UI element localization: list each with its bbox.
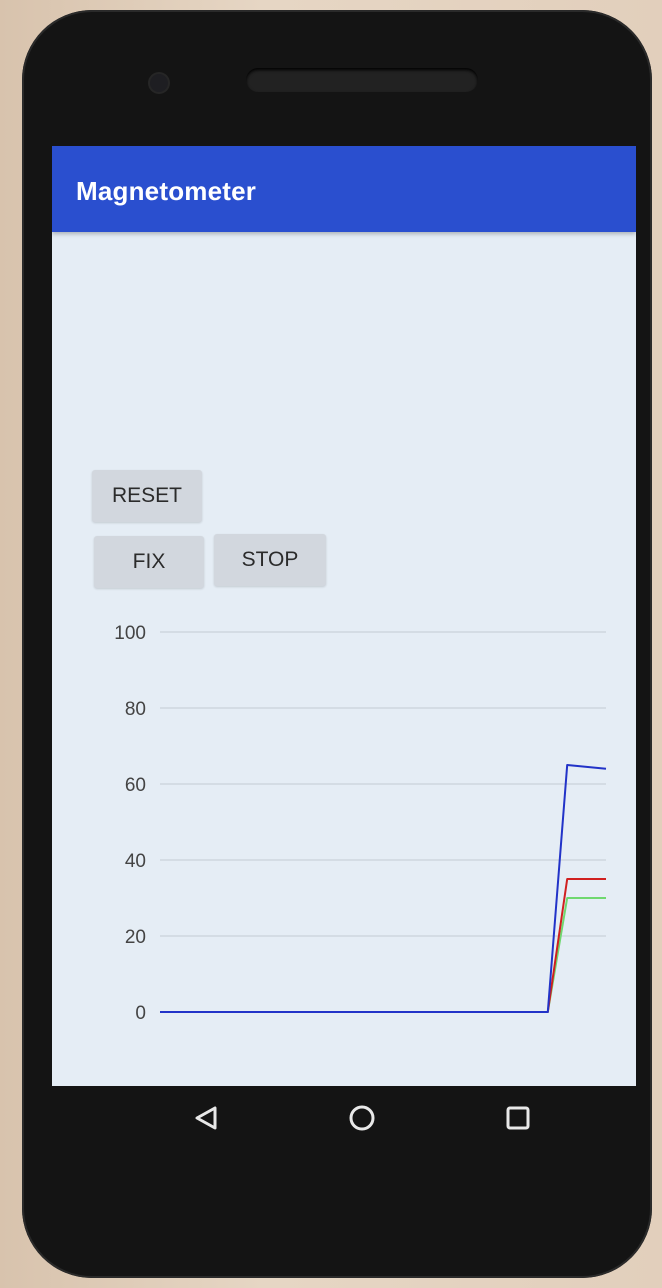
chart-y-tick-labels: 100 80 60 40 20 0 — [114, 623, 146, 1024]
home-icon[interactable] — [342, 1098, 382, 1138]
y-tick-label: 0 — [135, 1003, 146, 1024]
app-bar: Magnetometer — [52, 146, 636, 232]
app-screen: Magnetometer RESET FIX STOP 100 80 60 40 20 0 — [52, 146, 636, 1086]
app-title: Magnetometer — [76, 176, 257, 206]
back-icon[interactable] — [186, 1098, 226, 1138]
chart-gridlines — [160, 631, 606, 937]
system-navigation-bar — [52, 1086, 636, 1150]
reset-button[interactable]: RESET — [92, 470, 202, 522]
series-line-1 — [160, 878, 606, 1013]
y-tick-label: 100 — [114, 623, 146, 644]
y-tick-label: 60 — [125, 775, 146, 796]
front-camera — [150, 74, 168, 92]
stop-button[interactable]: STOP — [214, 534, 326, 586]
fix-button[interactable]: FIX — [94, 536, 204, 588]
recents-icon[interactable] — [498, 1098, 538, 1138]
series-line-2 — [160, 764, 607, 1013]
magnetometer-line-chart: 100 80 60 40 20 0 — [114, 623, 607, 1024]
earpiece-speaker — [246, 68, 478, 92]
y-tick-label: 20 — [125, 927, 146, 948]
chart-series — [160, 764, 607, 1013]
y-tick-label: 80 — [125, 699, 146, 720]
series-line-0 — [160, 897, 606, 1013]
y-tick-label: 40 — [125, 851, 146, 872]
